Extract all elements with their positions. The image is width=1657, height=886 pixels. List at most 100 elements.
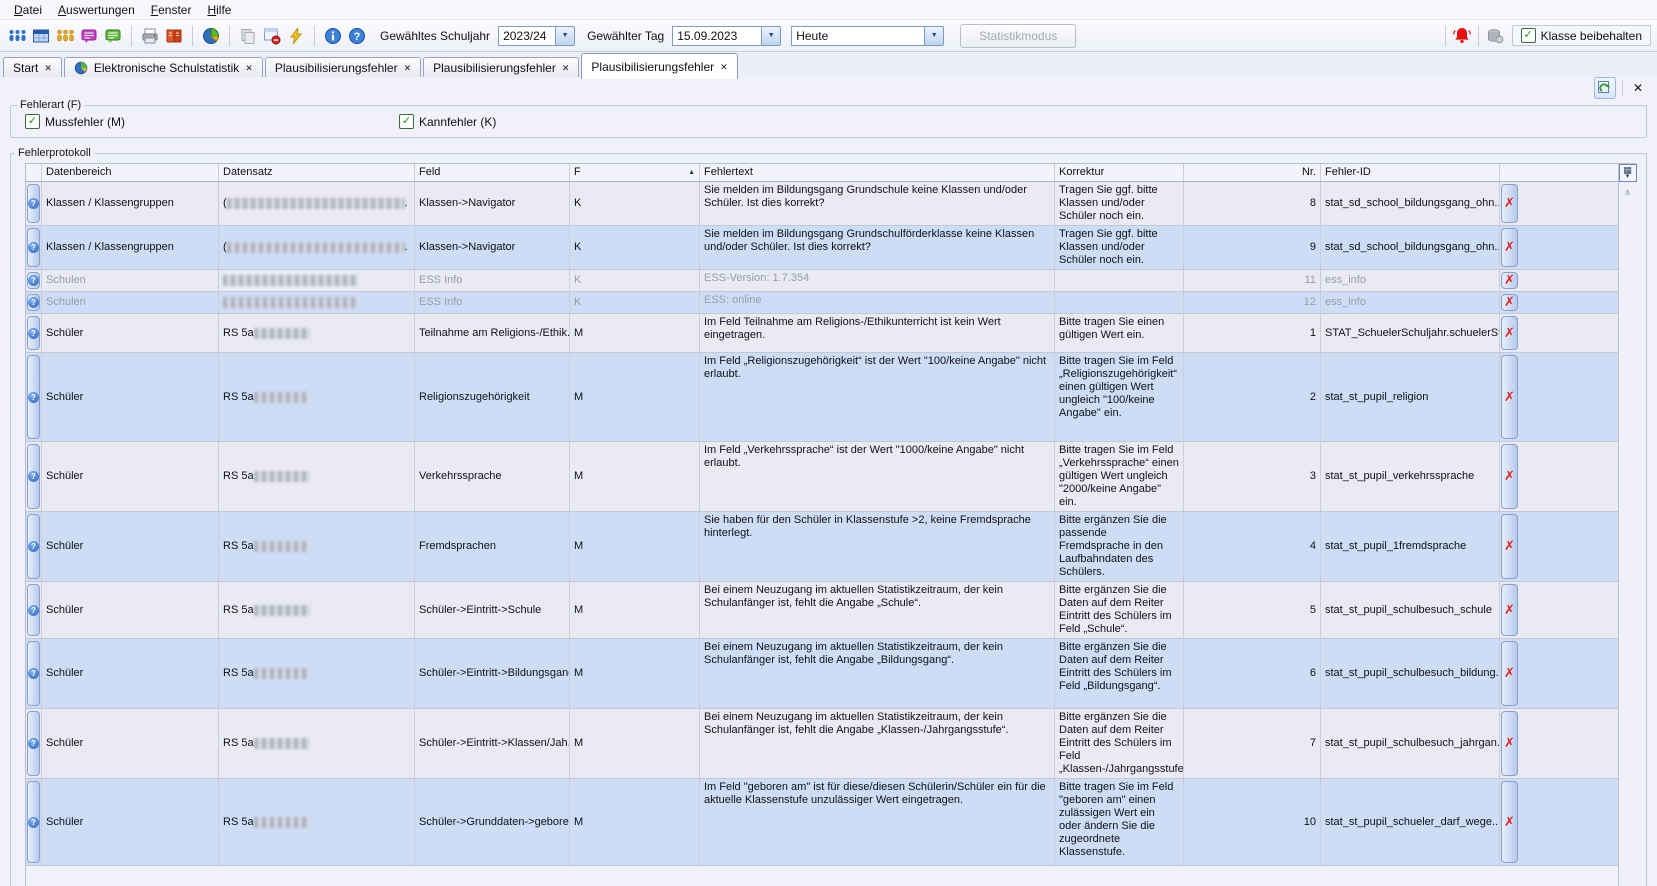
row-help-button[interactable] — [27, 228, 40, 267]
help-toolbar-icon[interactable]: ? — [346, 25, 368, 47]
chevron-down-icon[interactable] — [762, 26, 781, 46]
school-year-select[interactable]: 2023/24 — [498, 26, 575, 46]
cell-datensatz: (. — [219, 182, 415, 225]
cell-datensatz: RS 5a — [219, 353, 415, 441]
table-row: Schulen ESS Info K ESS-Version: 1.7.354 … — [26, 270, 1619, 292]
delete-row-button[interactable] — [1501, 316, 1518, 350]
header-fehler-id[interactable]: Fehler-ID — [1321, 164, 1500, 181]
cell-actions — [1500, 353, 1519, 441]
cell-datensatz — [219, 270, 415, 291]
menu-auswertungen[interactable]: Auswertungen — [50, 2, 143, 18]
delete-row-button[interactable] — [1501, 294, 1518, 311]
info-icon[interactable] — [322, 25, 344, 47]
menu-datei[interactable]: Datei — [6, 2, 50, 18]
refresh-button[interactable] — [1594, 77, 1616, 99]
scroll-up-icon[interactable] — [1624, 186, 1631, 199]
row-help-button[interactable] — [27, 781, 40, 863]
help-icon — [28, 471, 39, 482]
close-icon[interactable] — [720, 62, 728, 72]
tab-plausibilisierungsfehler-2[interactable]: Plausibilisierungsfehler — [423, 57, 579, 78]
print-icon[interactable] — [139, 25, 161, 47]
school-year-label: Gewähltes Schuljahr — [380, 29, 490, 43]
kannfehler-checkbox[interactable] — [399, 114, 414, 129]
row-help-button[interactable] — [27, 294, 40, 311]
day-preset-select[interactable]: Heute — [791, 26, 944, 46]
header-datenbereich[interactable]: Datenbereich — [42, 164, 219, 181]
green-note-icon[interactable] — [102, 25, 124, 47]
menu-fenster[interactable]: Fenster — [143, 2, 200, 18]
tab-elektronische-schulstatistik[interactable]: Elektronische Schulstatistik — [64, 57, 263, 78]
row-help-button[interactable] — [27, 641, 40, 706]
statistics-mode-button[interactable]: Statistikmodus — [960, 24, 1076, 48]
row-help-button[interactable] — [27, 355, 40, 439]
delete-row-button[interactable] — [1501, 711, 1518, 776]
day-select[interactable]: 15.09.2023 — [672, 26, 781, 46]
row-help-cell — [26, 639, 42, 708]
database-icon[interactable] — [1484, 25, 1506, 47]
close-icon[interactable] — [245, 63, 253, 73]
menu-hilfe[interactable]: Hilfe — [199, 2, 239, 18]
header-f[interactable]: F — [570, 164, 700, 181]
chevron-down-icon[interactable] — [556, 26, 575, 46]
delete-row-button[interactable] — [1501, 781, 1518, 863]
delete-row-button[interactable] — [1501, 514, 1518, 579]
tab-plausibilisierungsfehler-3-active[interactable]: Plausibilisierungsfehler — [581, 53, 737, 79]
header-fehlertext[interactable]: Fehlertext — [700, 164, 1055, 181]
row-help-button[interactable] — [27, 584, 40, 636]
column-picker-button[interactable] — [1619, 164, 1637, 182]
panel-close-button[interactable] — [1629, 79, 1647, 97]
purple-note-icon[interactable] — [78, 25, 100, 47]
cell-datensatz: RS 5a — [219, 582, 415, 638]
row-help-button[interactable] — [27, 316, 40, 350]
red-book-icon[interactable] — [163, 25, 185, 47]
pupils-icon[interactable] — [6, 25, 28, 47]
kannfehler-checkbox-item[interactable]: Kannfehler (K) — [399, 114, 496, 129]
row-help-button[interactable] — [27, 272, 40, 289]
header-nr[interactable]: Nr. — [1184, 164, 1321, 181]
delete-row-button[interactable] — [1501, 272, 1518, 289]
delete-row-button[interactable] — [1501, 444, 1518, 509]
window-remove-icon[interactable] — [261, 25, 283, 47]
mussfehler-checkbox-item[interactable]: Mussfehler (M) — [25, 114, 399, 129]
table-row: Schüler RS 5a Schüler->Eintritt->Schule … — [26, 582, 1619, 639]
tab-start[interactable]: Start — [3, 57, 62, 78]
keep-class-checkbox[interactable] — [1521, 28, 1536, 43]
mussfehler-checkbox[interactable] — [25, 114, 40, 129]
teachers-icon[interactable] — [54, 25, 76, 47]
row-help-button[interactable] — [27, 184, 40, 223]
toolbar-separator — [1445, 26, 1446, 46]
redacted-text — [223, 297, 358, 308]
class-window-icon[interactable] — [30, 25, 52, 47]
toolbar-separator — [229, 26, 230, 46]
cell-korrektur: Bitte tragen Sie im Feld "geboren am" ei… — [1055, 779, 1184, 865]
delete-row-button[interactable] — [1501, 228, 1518, 267]
cell-fehler-id: stat_st_pupil_1fremdsprache — [1321, 512, 1500, 581]
close-icon[interactable] — [44, 63, 52, 73]
header-datensatz[interactable]: Datensatz — [219, 164, 415, 181]
copy-icon[interactable] — [237, 25, 259, 47]
tab-plausibilisierungsfehler-1[interactable]: Plausibilisierungsfehler — [265, 57, 421, 78]
vertical-scrollbar[interactable] — [1618, 164, 1636, 886]
delete-icon — [1504, 240, 1515, 255]
close-icon[interactable] — [562, 63, 570, 73]
row-help-button[interactable] — [27, 711, 40, 776]
delete-row-button[interactable] — [1501, 184, 1518, 223]
cell-fehler-id: stat_st_pupil_schulbesuch_schule — [1321, 582, 1500, 638]
delete-row-button[interactable] — [1501, 355, 1518, 439]
header-korrektur[interactable]: Korrektur — [1055, 164, 1184, 181]
delete-row-button[interactable] — [1501, 584, 1518, 636]
chevron-down-icon[interactable] — [925, 26, 944, 46]
header-feld[interactable]: Feld — [415, 164, 570, 181]
keep-class-control[interactable]: Klasse beibehalten — [1512, 25, 1651, 46]
pie-chart-icon[interactable] — [200, 25, 222, 47]
delete-icon — [1504, 736, 1515, 751]
redacted-text — [227, 198, 405, 209]
table-row: Klassen / Klassengruppen (. Klassen->Nav… — [26, 226, 1619, 270]
alarm-bell-icon[interactable] — [1451, 25, 1473, 47]
row-help-button[interactable] — [27, 514, 40, 579]
cell-fehler-id: stat_st_pupil_verkehrssprache — [1321, 442, 1500, 511]
delete-row-button[interactable] — [1501, 641, 1518, 706]
lightning-icon[interactable] — [285, 25, 307, 47]
close-icon[interactable] — [404, 63, 412, 73]
row-help-button[interactable] — [27, 444, 40, 509]
